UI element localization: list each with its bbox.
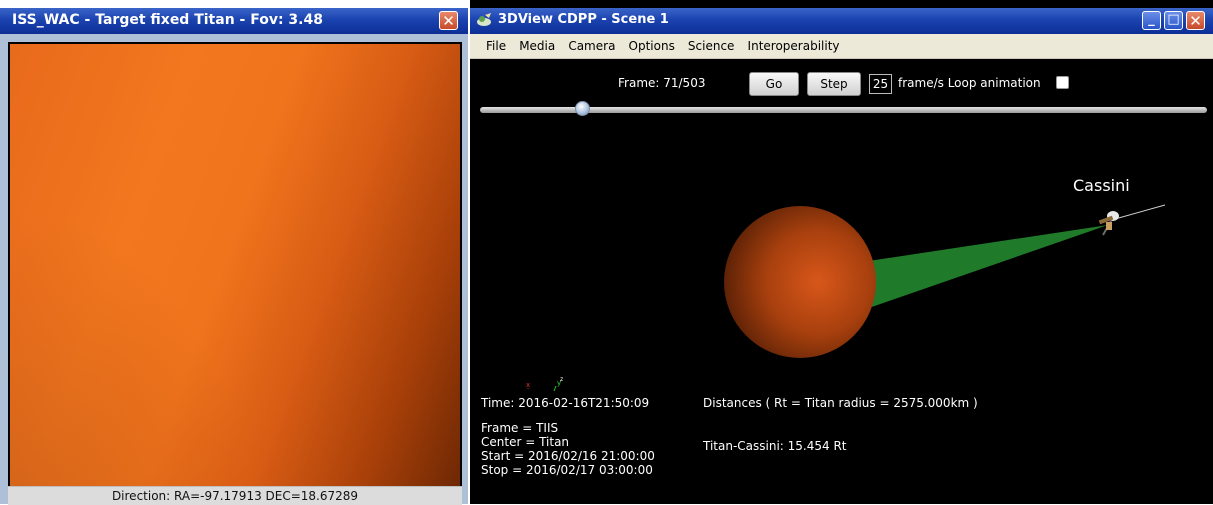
start-time-info: Start = 2016/02/16 21:00:00 [481,449,655,463]
frame-slider-thumb[interactable] [575,101,590,116]
loop-animation-checkbox[interactable] [1056,76,1069,89]
camera-view-image [10,44,460,486]
field-of-view-cone [862,225,1108,309]
menu-file[interactable]: File [486,34,506,58]
step-button[interactable]: Step [807,72,861,96]
scene-graphics [724,204,1166,358]
titan-cassini-distance: Titan-Cassini: 15.454 Rt [703,439,847,453]
stop-time-info: Stop = 2016/02/17 03:00:00 [481,463,653,477]
camera-window-title: ISS_WAC - Target fixed Titan - Fov: 3.48 [12,12,323,28]
scene-window: 3DView CDPP - Scene 1 _ □ ✕ File Media C… [470,0,1213,504]
maximize-icon[interactable]: □ [1164,11,1183,30]
axis-x-label: x [526,381,530,389]
axis-z-label: z [560,377,563,383]
go-button[interactable]: Go [749,72,799,96]
camera-window-frame [0,34,468,504]
camera-window: ISS_WAC - Target fixed Titan - Fov: 3.48… [0,0,468,505]
menu-media[interactable]: Media [519,34,555,58]
cassini-label: Cassini [1073,176,1130,195]
menu-camera[interactable]: Camera [568,34,615,58]
minimize-icon[interactable]: _ [1142,11,1161,30]
camera-window-titlebar[interactable]: ISS_WAC - Target fixed Titan - Fov: 3.48… [0,8,468,34]
frame-info: Frame = TIIS [481,421,559,435]
frame-counter: Frame: 71/503 [618,76,706,90]
scene-window-title: 3DView CDPP - Scene 1 [498,12,669,27]
titan-globe [724,206,876,358]
menu-options[interactable]: Options [629,34,675,58]
menu-science[interactable]: Science [688,34,735,58]
time-readout: Time: 2016-02-16T21:50:09 [481,396,650,410]
center-info: Center = Titan [481,435,570,449]
menu-interoperability[interactable]: Interoperability [748,34,840,58]
direction-status-text: Direction: RA=-97.17913 DEC=18.67289 [111,489,359,503]
fps-input[interactable]: 25 [869,74,892,94]
cassini-boom [1114,204,1166,220]
direction-status-bar: Direction: RA=-97.17913 DEC=18.67289 [8,486,462,505]
camera-view-border [8,42,462,488]
app-icon [477,13,491,26]
menu-bar: File Media Camera Options Science Intero… [470,34,1213,59]
scene-window-titlebar[interactable]: 3DView CDPP - Scene 1 _ □ ✕ [470,8,1213,34]
close-icon[interactable]: ✕ [1186,11,1205,30]
3d-scene-view[interactable]: Frame: 71/503 Go Step 25 frame/s Loop an… [470,59,1213,504]
animation-controls: Frame: 71/503 Go Step 25 frame/s Loop an… [470,69,1213,99]
cassini-spacecraft [1098,211,1119,236]
axes-indicator-icon: x y z [526,377,563,392]
distances-title: Distances ( Rt = Titan radius = 2575.000… [703,396,978,410]
close-icon[interactable]: ✕ [439,11,458,30]
fps-loop-label: frame/s Loop animation [898,76,1041,90]
